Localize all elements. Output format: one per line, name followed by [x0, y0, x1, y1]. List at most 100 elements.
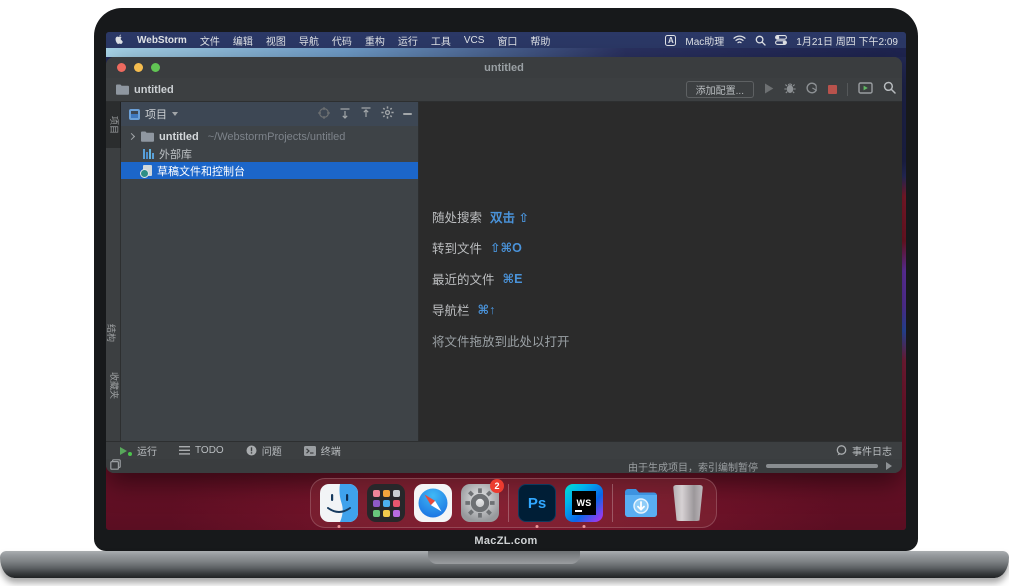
- tree-row-project-root[interactable]: untitled ~/WebstormProjects/untitled: [121, 128, 418, 145]
- hint-label: 最近的文件: [432, 269, 495, 288]
- project-panel-header[interactable]: 项目: [121, 102, 418, 126]
- hint-recent-files: 最近的文件 ⌘E: [432, 263, 570, 294]
- hint-label: 将文件拖放到此处以打开: [432, 331, 570, 350]
- resume-indexing-button[interactable]: [886, 462, 892, 470]
- wallpaper-band: [106, 48, 906, 57]
- menu-vcs[interactable]: VCS: [464, 35, 485, 46]
- tree-row-scratches[interactable]: 草稿文件和控制台: [121, 162, 418, 179]
- close-window-button[interactable]: [117, 63, 126, 72]
- dock-downloads-icon[interactable]: [622, 484, 660, 522]
- indexing-status-message: 由于生成项目，索引编制暂停: [628, 459, 758, 474]
- sidebar-tab-favorites[interactable]: 收藏夹: [106, 360, 121, 412]
- expand-chevron-icon[interactable]: [128, 133, 135, 140]
- dock-safari-icon[interactable]: [414, 484, 452, 522]
- menu-navigate[interactable]: 导航: [299, 33, 319, 48]
- toolbar-separator: [847, 83, 848, 96]
- profiler-icon[interactable]: [806, 81, 818, 99]
- hint-goto-file: 转到文件 ⇧⌘O: [432, 232, 570, 263]
- expand-all-icon[interactable]: [339, 107, 351, 122]
- window-titlebar[interactable]: untitled: [106, 57, 902, 78]
- stop-button[interactable]: [828, 85, 837, 94]
- hide-panel-icon[interactable]: [403, 113, 412, 115]
- main-toolbar: untitled 添加配置...: [106, 78, 902, 102]
- scratches-label: 草稿文件和控制台: [157, 163, 245, 179]
- wifi-icon[interactable]: [733, 35, 746, 45]
- hint-navigation-bar: 导航栏 ⌘↑: [432, 294, 570, 325]
- control-center-icon[interactable]: [775, 35, 787, 45]
- structure-tab-label: 结构: [106, 324, 118, 342]
- menubar-app-name[interactable]: WebStorm: [137, 35, 187, 46]
- hint-label: 转到文件: [432, 238, 482, 257]
- toolwindow-problems[interactable]: 问题: [246, 443, 282, 458]
- toolwindow-terminal[interactable]: 终端: [304, 443, 341, 458]
- problems-icon: [246, 445, 257, 456]
- dock-launchpad-icon[interactable]: [367, 484, 405, 522]
- toolwindow-todo[interactable]: TODO: [179, 445, 224, 456]
- folder-icon: [116, 84, 129, 95]
- project-tree: untitled ~/WebstormProjects/untitled 外部库…: [121, 126, 418, 179]
- breadcrumb-label: untitled: [134, 84, 174, 96]
- input-source-icon[interactable]: A: [665, 35, 676, 46]
- lid-notch: [428, 551, 580, 564]
- minimize-window-button[interactable]: [134, 63, 143, 72]
- run-button[interactable]: [764, 81, 774, 99]
- menu-view[interactable]: 视图: [266, 33, 286, 48]
- terminal-icon: [304, 446, 316, 456]
- menu-code[interactable]: 代码: [332, 33, 352, 48]
- dock-photoshop-icon[interactable]: Ps: [518, 484, 556, 522]
- hint-shortcut: ⌘↑: [478, 302, 496, 317]
- collapse-all-icon[interactable]: [360, 107, 372, 122]
- menu-window[interactable]: 窗口: [497, 33, 517, 48]
- menu-tools[interactable]: 工具: [431, 33, 451, 48]
- dock-separator: [508, 484, 509, 522]
- spotlight-search-icon[interactable]: [755, 35, 766, 46]
- running-indicator: [583, 525, 586, 528]
- editor-area[interactable]: 随处搜索 双击 ⇧ 转到文件 ⇧⌘O 最近的文件 ⌘E: [419, 102, 902, 441]
- toolwindow-event-log[interactable]: 事件日志: [836, 443, 892, 458]
- search-everywhere-icon[interactable]: [883, 81, 896, 99]
- tree-row-external-libraries[interactable]: 外部库: [121, 145, 418, 162]
- libraries-icon: [143, 149, 154, 159]
- sidebar-tab-structure[interactable]: 结构: [106, 312, 121, 354]
- sidebar-tab-project[interactable]: 项目: [106, 102, 121, 148]
- bezel-brand-label: MacZL.com: [94, 535, 918, 547]
- debug-icon[interactable]: [784, 81, 796, 99]
- toolwindow-toggle-icon[interactable]: [110, 459, 121, 473]
- menu-file[interactable]: 文件: [200, 33, 220, 48]
- hint-label: 随处搜索: [432, 207, 482, 226]
- laptop-base: [0, 551, 1009, 578]
- todo-label: TODO: [195, 445, 224, 456]
- add-configuration-button[interactable]: 添加配置...: [686, 81, 754, 98]
- scratches-icon: [143, 165, 152, 176]
- project-root-name: untitled: [159, 131, 199, 143]
- dock-webstorm-icon[interactable]: WS: [565, 484, 603, 522]
- screen: WebStorm 文件 编辑 视图 导航 代码 重构 运行 工具 VCS 窗口 …: [106, 32, 906, 530]
- menu-run[interactable]: 运行: [398, 33, 418, 48]
- menubar-assistant-item[interactable]: Mac助理: [685, 33, 724, 48]
- hint-shortcut: 双击 ⇧: [490, 207, 529, 226]
- chevron-down-icon[interactable]: [172, 112, 178, 116]
- toolwindow-run[interactable]: 运行: [120, 443, 157, 458]
- dock-finder-icon[interactable]: [320, 484, 358, 522]
- locate-file-icon[interactable]: [318, 107, 330, 122]
- menu-help[interactable]: 帮助: [530, 33, 550, 48]
- window-title: untitled: [484, 62, 524, 74]
- apple-logo-icon[interactable]: [114, 34, 124, 46]
- dock-trash-icon[interactable]: [669, 484, 707, 522]
- project-panel: 项目: [121, 102, 419, 441]
- menubar-clock[interactable]: 1月21日 周四 下午2:09: [796, 33, 898, 48]
- running-indicator: [338, 525, 341, 528]
- menu-edit[interactable]: 编辑: [233, 33, 253, 48]
- event-log-icon: [836, 445, 847, 456]
- dock-settings-icon[interactable]: 2: [461, 484, 499, 522]
- breadcrumb[interactable]: untitled: [116, 84, 174, 96]
- bottom-toolwindow-bar: 运行 TODO 问题 终端: [106, 441, 902, 459]
- menu-refactor[interactable]: 重构: [365, 33, 385, 48]
- run-anything-icon[interactable]: [858, 81, 873, 99]
- hint-shortcut: ⌘E: [503, 271, 523, 286]
- indexing-progress-bar: [766, 464, 878, 468]
- panel-settings-gear-icon[interactable]: [381, 106, 394, 122]
- project-view-icon: [129, 109, 140, 120]
- zoom-window-button[interactable]: [151, 63, 160, 72]
- editor-empty-hints: 随处搜索 双击 ⇧ 转到文件 ⇧⌘O 最近的文件 ⌘E: [432, 201, 570, 356]
